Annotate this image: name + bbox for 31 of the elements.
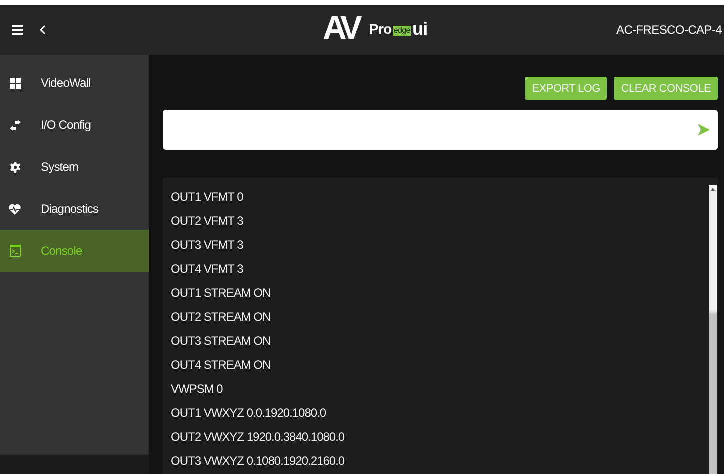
sidebar-item[interactable]: Console xyxy=(0,230,149,272)
sidebar-item[interactable]: Diagnostics xyxy=(0,188,149,230)
console-line: OUT3 VFMT 3 xyxy=(171,237,244,254)
console-line: OUT2 VWXYZ 1920.0.3840.1080.0 xyxy=(171,429,345,446)
menu-icon[interactable] xyxy=(10,23,24,37)
logo-suffix: ui xyxy=(412,18,428,40)
send-icon[interactable] xyxy=(698,124,710,136)
console-line: OUT1 VWXYZ 0.0.1920.1080.0 xyxy=(171,405,326,422)
sidebar-item[interactable]: VideoWall xyxy=(0,62,149,104)
logo-mark: AV xyxy=(323,11,360,45)
sidebar-item[interactable]: I/O Config xyxy=(0,104,149,146)
sidebar-item[interactable]: System xyxy=(0,146,149,188)
logo-badge: edge xyxy=(392,26,412,36)
device-name: AC-FRESCO-CAP-4 xyxy=(616,23,722,37)
terminal-icon xyxy=(10,245,20,257)
console-line: OUT4 VFMT 3 xyxy=(171,261,244,278)
arrows-icon xyxy=(10,120,20,130)
heart-pulse-icon xyxy=(9,204,21,214)
console-line: OUT2 VFMT 3 xyxy=(171,213,244,230)
logo-text: Pro xyxy=(369,20,392,39)
console-line: OUT3 VWXYZ 0.1080.1920.2160.0 xyxy=(171,453,345,470)
console-line: OUT3 STREAM ON xyxy=(171,333,271,350)
console-line: VWPSM 0 xyxy=(171,381,223,398)
console-line: OUT4 STREAM ON xyxy=(171,357,271,374)
command-field[interactable] xyxy=(163,110,718,150)
console-line: OUT1 STREAM ON xyxy=(171,285,271,302)
grid-icon xyxy=(10,78,20,88)
console-line: OUT2 STREAM ON xyxy=(171,309,271,326)
settings-icon xyxy=(10,162,20,172)
console-line: OUT1 VFMT 0 xyxy=(171,189,244,206)
scrollbar[interactable] xyxy=(709,185,717,474)
